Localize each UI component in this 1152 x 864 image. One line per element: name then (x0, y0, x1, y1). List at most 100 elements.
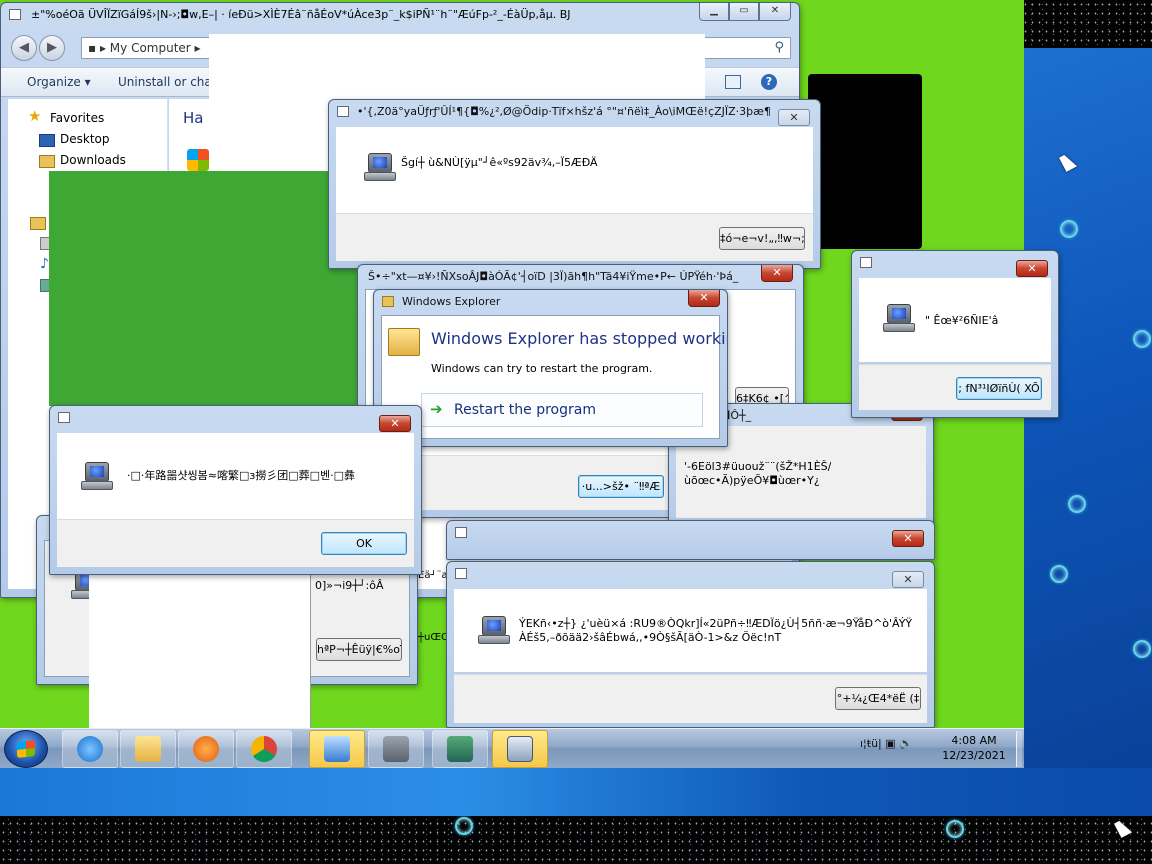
error-dialog-stacked[interactable]: ✕ (446, 520, 935, 560)
dialog-footer: ‡ó¬e¬v!„,‼w¬;á( (336, 213, 813, 261)
start-button[interactable] (4, 730, 48, 768)
dialog-message: ·□·年路噐샷씽봄≈喀繁□з撈彡团□葬□벤·□彝 (127, 469, 355, 482)
dialog-button[interactable]: ; fN³¹IØïñÙ( XÕ (956, 377, 1042, 400)
taskbar-task-manager[interactable] (432, 730, 488, 768)
show-desktop-button[interactable] (1016, 731, 1022, 767)
bubble-icon (1133, 330, 1151, 348)
task-manager-icon (447, 736, 473, 762)
close-button[interactable]: ✕ (892, 571, 924, 588)
star-icon: ★ (28, 107, 42, 125)
dialog-footer: ; fN³¹IØïñÙ( XÕ (859, 364, 1051, 410)
taskbar-clock[interactable]: 4:08 AM 12/23/2021 (934, 733, 1014, 763)
dialog-message-line2: ùõœc•Ã)pÿeÕ¥◘ùœr•Y¿ (684, 474, 820, 487)
dialog-button[interactable]: °+¼¿Œ4*ëË (‡ (835, 687, 921, 710)
taskbar-control-panel[interactable] (309, 730, 365, 768)
taskbar-media-player[interactable] (178, 730, 234, 768)
close-button[interactable]: ✕ (379, 415, 411, 432)
ok-button[interactable]: OK (321, 532, 407, 555)
bubble-icon (1133, 640, 1151, 658)
close-button[interactable]: ✕ (759, 3, 791, 21)
chevron-right-icon: ▸ (190, 41, 201, 55)
window-icon (58, 412, 70, 423)
search-icon: ⚲ (774, 40, 784, 55)
dialog-message: " Êœ¥²6ÑIE'â (925, 314, 999, 327)
clock-date: 12/23/2021 (942, 749, 1006, 762)
close-button[interactable]: ✕ (761, 265, 793, 282)
nav-desktop[interactable]: Desktop (60, 132, 110, 146)
minimize-button[interactable]: ▁ (699, 3, 729, 21)
window-icon (9, 9, 21, 20)
help-icon[interactable]: ? (761, 74, 777, 90)
window-icon (455, 568, 467, 579)
computer-icon (478, 616, 512, 646)
dialog-button[interactable]: ·u...>šž• ¨‼ªÆ (578, 475, 664, 498)
content-heading: Ha (183, 109, 204, 127)
folder-icon (388, 328, 420, 356)
clock-time: 4:08 AM (951, 734, 997, 747)
dialog-body: " Êœ¥²6ÑIE'â (859, 278, 1051, 362)
desktop-wallpaper-blue (1024, 48, 1152, 816)
taskbar-my-computer[interactable] (368, 730, 424, 768)
explorer-folder-icon (382, 296, 394, 307)
dialog-body: Šgí┼ ù&NÙ[ÿµ"┘ê«ºs92äv¾,–Ï5ÆÐÄ (336, 127, 813, 213)
network-icon[interactable]: ▣ (885, 737, 895, 750)
dialog-title: Š•÷"xt—¤¥›!ÑXsoÂJ◘àÓÃ¢'┤oïD |3Ï)ãh¶h"Tã4… (368, 270, 739, 283)
view-pane-icon[interactable] (725, 75, 741, 89)
windows-drive-icon (187, 149, 209, 171)
dialog-button[interactable]: hªP¬┼Êüÿ|€%oïi (316, 638, 402, 661)
folder-icon (135, 736, 161, 762)
search-input[interactable]: ⚲ (701, 37, 791, 59)
caption-buttons: ▁ ▭ ✕ (699, 3, 791, 21)
taskbar-explorer[interactable] (120, 730, 176, 768)
explorer-title: ±"%oéOã ÜVÎÏZïGáÍ9š›|N-›;◘w,E–| · íeÐü>X… (31, 8, 571, 21)
error-dialog-top[interactable]: •'{,Z0ä°yaÜƒrƒ'ÛÍ¹¶{◘%¿²,Ø@Ödip·Tïf×hšz'… (328, 99, 821, 269)
dialog-title: •'{,Z0ä°yaÜƒrƒ'ÛÍ¹¶{◘%¿²,Ø@Ödip·Tïf×hšz'… (357, 105, 770, 118)
restart-program-button[interactable]: ➔ Restart the program (421, 393, 703, 427)
stopped-body: Windows can try to restart the program. (431, 362, 653, 375)
bubble-icon (1068, 495, 1086, 513)
dialog-message-line1: '-6Eöl3#üuouž¨¨(šŽ*H1ÈŠ∕ (684, 460, 832, 473)
stopped-working-dialog[interactable]: Windows Explorer ✕ Windows Explorer has … (373, 289, 728, 447)
forward-button[interactable]: ▶ (39, 35, 65, 61)
blank-artifact (209, 34, 705, 104)
dialog-body: ·□·年路噐샷씽봄≈喀繁□з撈彡团□葬□벤·□彝 (57, 433, 414, 519)
dialog-message: 0]»¬i9┼┘:ôÂ (315, 579, 384, 592)
error-dialog-bottom[interactable]: ✕ ÝEKñ‹•z┼} ¿'uèü×á :RU9®ÒQkr]Í«2üPñ÷‼ÆD… (446, 561, 935, 728)
dialog-button[interactable]: ‡ó¬e¬v!„,‼w¬;á( (719, 227, 805, 250)
stopped-title: Windows Explorer (402, 295, 501, 308)
media-player-icon (193, 736, 219, 762)
windows-logo-icon (17, 740, 35, 758)
taskbar-chrome[interactable] (236, 730, 292, 768)
maximize-button[interactable]: ▭ (729, 3, 759, 21)
desktop-icon (39, 134, 55, 147)
volume-icon[interactable]: 🔈 (899, 737, 913, 750)
taskbar: ı¦ŧü| ▣ 🔈 4:08 AM 12/23/2021 (0, 728, 1024, 768)
dialog-footer: °+¼¿Œ4*ëË (‡ (454, 674, 927, 723)
ie-icon (77, 736, 103, 762)
window-icon (455, 527, 467, 538)
system-tray[interactable]: ı¦ŧü| ▣ 🔈 (860, 737, 913, 750)
computer-icon: ▪ ▸ (88, 41, 110, 55)
nav-downloads[interactable]: Downloads (60, 153, 126, 167)
organize-button[interactable]: Organize ▾ (27, 75, 91, 89)
tray-text: ı¦ŧü| (860, 737, 882, 750)
close-button[interactable]: ✕ (688, 290, 720, 307)
computer-icon (883, 304, 917, 334)
computer-icon (383, 736, 409, 762)
chrome-icon (251, 736, 277, 762)
address-bar[interactable]: ▪ ▸ My Computer ▸ (81, 37, 211, 59)
bubble-icon (455, 817, 473, 835)
taskbar-internet-explorer[interactable] (62, 730, 118, 768)
close-button[interactable]: ✕ (892, 530, 924, 547)
taskbar-calculator[interactable] (492, 730, 548, 768)
bubble-icon (1060, 220, 1078, 238)
nav-favorites[interactable]: Favorites (50, 111, 104, 125)
close-button[interactable]: ✕ (1016, 260, 1048, 277)
artifact-text: ┼uŒÕ (418, 632, 448, 643)
error-dialog-right[interactable]: ✕ " Êœ¥²6ÑIE'â ; fN³¹IØïñÙ( XÕ (851, 250, 1059, 418)
calculator-icon (507, 736, 533, 762)
blank-artifact (89, 571, 311, 748)
close-button[interactable]: ✕ (778, 109, 810, 126)
error-dialog-cjk[interactable]: ✕ ·□·年路噐샷씽봄≈喀繁□з撈彡团□葬□벤·□彝 OK (49, 405, 422, 575)
back-button[interactable]: ◀ (11, 35, 37, 61)
